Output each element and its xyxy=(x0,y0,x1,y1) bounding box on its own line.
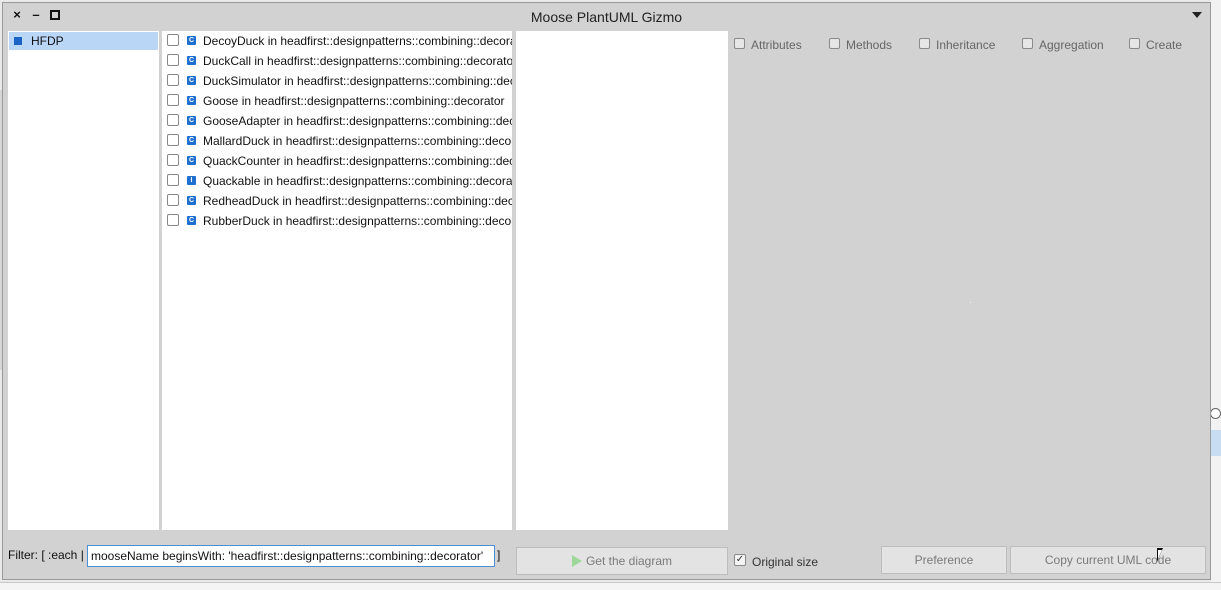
class-row[interactable]: C RubberDuck in headfirst::designpatterns… xyxy=(162,211,512,231)
title-bar[interactable]: × – Moose PlantUML Gizmo xyxy=(3,3,1210,29)
methods-label: Methods xyxy=(846,38,893,52)
class-kind-icon: C xyxy=(187,56,196,65)
class-row[interactable]: C DuckSimulator in headfirst::designpatte… xyxy=(162,71,512,91)
class-checkbox[interactable] xyxy=(167,194,179,206)
class-kind-icon: C xyxy=(187,196,196,205)
class-row[interactable]: C DuckCall in headfirst::designpatterns::… xyxy=(162,51,512,71)
background-window-edge xyxy=(1211,0,1221,590)
class-checkbox[interactable] xyxy=(167,154,179,166)
class-kind-icon: I xyxy=(187,176,196,185)
class-kind-icon: C xyxy=(187,96,196,105)
get-diagram-label: Get the diagram xyxy=(585,554,673,568)
class-label: RubberDuck in headfirst::designpatterns:… xyxy=(203,214,512,228)
class-row[interactable]: C DecoyDuck in headfirst::designpatterns:… xyxy=(162,31,512,51)
window-title: Moose PlantUML Gizmo xyxy=(530,9,683,25)
checkbox-box[interactable] xyxy=(919,38,930,49)
canvas-dot xyxy=(970,302,971,303)
selection-pane[interactable] xyxy=(516,31,728,530)
class-label: QuackCounter in headfirst::designpattern… xyxy=(203,154,512,168)
class-row[interactable]: C Goose in headfirst::designpatterns::com… xyxy=(162,91,512,111)
class-kind-icon: C xyxy=(187,76,196,85)
checkbox-box[interactable] xyxy=(1022,38,1033,49)
mouse-pointer-icon xyxy=(1157,548,1163,562)
class-checkbox[interactable] xyxy=(167,134,179,146)
diagram-canvas[interactable] xyxy=(730,59,1208,529)
class-kind-icon: C xyxy=(187,136,196,145)
background-taskbar xyxy=(0,582,1221,590)
play-icon xyxy=(571,555,582,567)
class-label: GooseAdapter in headfirst::designpattern… xyxy=(203,114,512,128)
checkbox-box[interactable] xyxy=(734,38,745,49)
filter-close-bracket: ] xyxy=(497,548,501,562)
class-label: DuckCall in headfirst::designpatterns::c… xyxy=(203,54,512,68)
class-label: DecoyDuck in headfirst::designpatterns::… xyxy=(203,34,512,48)
class-row[interactable]: C GooseAdapter in headfirst::designpatter… xyxy=(162,111,512,131)
aggregation-label: Aggregation xyxy=(1039,38,1104,52)
class-kind-icon: C xyxy=(187,116,196,125)
class-row[interactable]: C QuackCounter in headfirst::designpatter… xyxy=(162,151,512,171)
checkbox-box[interactable] xyxy=(1129,38,1140,49)
original-size-label: Original size xyxy=(752,555,819,569)
package-icon xyxy=(14,37,22,45)
class-checkbox[interactable] xyxy=(167,54,179,66)
filter-label: Filter: [ :each | xyxy=(8,548,84,562)
class-kind-icon: C xyxy=(187,216,196,225)
class-list[interactable]: C DecoyDuck in headfirst::designpatterns:… xyxy=(162,31,512,530)
create-label: Create xyxy=(1146,38,1183,52)
attributes-label: Attributes xyxy=(751,38,802,52)
class-row[interactable]: C RedheadDuck in headfirst::designpattern… xyxy=(162,191,512,211)
class-checkbox[interactable] xyxy=(167,214,179,226)
class-row[interactable]: C MallardDuck in headfirst::designpattern… xyxy=(162,131,512,151)
plantuml-gizmo-window: × – Moose PlantUML Gizmo HFDP C DecoyDuck… xyxy=(2,2,1211,580)
get-diagram-button[interactable]: Get the diagram xyxy=(516,547,728,575)
preference-button[interactable]: Preference xyxy=(881,546,1007,574)
checkmark-icon[interactable]: ✓ xyxy=(734,554,746,566)
filter-input[interactable] xyxy=(87,545,495,567)
class-checkbox[interactable] xyxy=(167,94,179,106)
copy-uml-button[interactable]: Copy current UML code xyxy=(1010,546,1206,574)
class-kind-icon: C xyxy=(187,36,196,45)
class-checkbox[interactable] xyxy=(167,174,179,186)
class-kind-icon: C xyxy=(187,156,196,165)
class-label: Goose in headfirst::designpatterns::comb… xyxy=(203,94,505,108)
class-checkbox[interactable] xyxy=(167,34,179,46)
class-label: RedheadDuck in headfirst::designpatterns… xyxy=(203,194,512,208)
inheritance-label: Inheritance xyxy=(936,38,996,52)
package-label: HFDP xyxy=(31,34,64,48)
background-radio-icon xyxy=(1210,408,1221,419)
class-label: Quackable in headfirst::designpatterns::… xyxy=(203,174,512,188)
class-row[interactable]: I Quackable in headfirst::designpatterns:… xyxy=(162,171,512,191)
package-list[interactable]: HFDP xyxy=(8,31,159,530)
window-menu-icon[interactable] xyxy=(1192,12,1202,18)
package-item[interactable]: HFDP xyxy=(9,32,158,50)
class-checkbox[interactable] xyxy=(167,74,179,86)
class-label: MallardDuck in headfirst::designpatterns… xyxy=(203,134,512,148)
class-label: DuckSimulator in headfirst::designpatter… xyxy=(203,74,512,88)
checkbox-box[interactable] xyxy=(829,38,840,49)
class-checkbox[interactable] xyxy=(167,114,179,126)
